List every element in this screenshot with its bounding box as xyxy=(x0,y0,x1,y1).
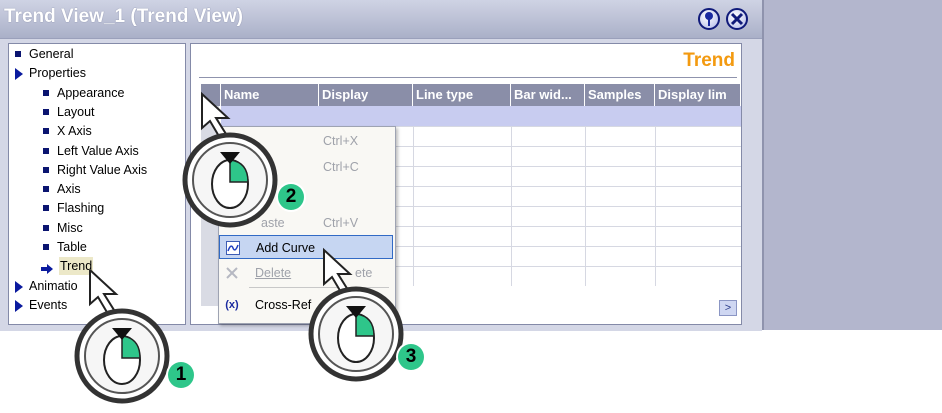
cut-shortcut: Ctrl+X xyxy=(323,134,359,148)
column-header-line-type[interactable]: Line type xyxy=(413,84,511,106)
selected-arrow-icon xyxy=(41,261,53,275)
tree-item-label: Axis xyxy=(57,182,81,197)
delete-label: Delete xyxy=(255,266,292,280)
close-icon[interactable] xyxy=(726,8,748,30)
tree-item-label: X Axis xyxy=(57,124,92,139)
tree-item-label: Left Value Axis xyxy=(57,143,139,158)
tree-item-label: Appearance xyxy=(57,85,125,100)
bullet-icon xyxy=(43,128,49,135)
expand-arrow-icon xyxy=(15,68,23,81)
tree-item-label: Table xyxy=(57,240,87,254)
side-panel xyxy=(762,0,942,330)
bullet-icon xyxy=(43,244,49,250)
window-title: Trend View_1 (Trend View) xyxy=(4,6,243,27)
bullet-icon xyxy=(43,166,49,173)
mouse-callout-1: 1 xyxy=(66,267,216,413)
window-titlebar: Trend View_1 (Trend View) xyxy=(0,0,762,38)
tree-item-label: Flashing xyxy=(57,201,105,216)
mouse-callout-3: 3 xyxy=(300,240,450,393)
tree-item-label: Events xyxy=(29,297,68,312)
bullet-icon xyxy=(43,89,49,96)
pin-icon[interactable] xyxy=(698,8,720,30)
bullet-icon xyxy=(43,108,49,115)
tree-item-label: General xyxy=(29,47,74,61)
tree-item-label: Misc xyxy=(57,220,83,235)
column-header-display-lim[interactable]: Display lim xyxy=(655,84,741,106)
column-header-bar-wid[interactable]: Bar wid... xyxy=(511,84,585,106)
tree-item-label: Right Value Axis xyxy=(57,162,148,177)
delete-icon xyxy=(225,266,239,280)
step-1-badge: 1 xyxy=(168,362,194,388)
expand-arrow-icon xyxy=(15,280,23,293)
scroll-right-button[interactable]: > xyxy=(719,300,737,316)
column-header-display[interactable]: Display xyxy=(319,84,413,106)
bullet-icon xyxy=(43,147,49,154)
bullet-icon xyxy=(43,205,49,212)
copy-shortcut: Ctrl+C xyxy=(323,160,359,174)
bullet-icon xyxy=(15,51,21,57)
add-curve-icon xyxy=(226,241,240,255)
step-3-badge: 3 xyxy=(398,344,424,370)
cross-reference-icon: (x) xyxy=(225,299,239,311)
column-header-samples[interactable]: Samples xyxy=(585,84,655,106)
section-title: Trend xyxy=(683,50,735,71)
tree-item-label: Properties xyxy=(29,66,86,81)
paste-shortcut: Ctrl+V xyxy=(323,216,359,230)
mouse-callout-2: 2 xyxy=(176,88,326,241)
section-divider xyxy=(199,77,737,78)
step-2-badge: 2 xyxy=(278,184,304,210)
expand-arrow-icon xyxy=(15,299,23,312)
tree-item-label: Layout xyxy=(57,104,95,119)
bullet-icon xyxy=(43,224,49,231)
bullet-icon xyxy=(43,186,49,193)
